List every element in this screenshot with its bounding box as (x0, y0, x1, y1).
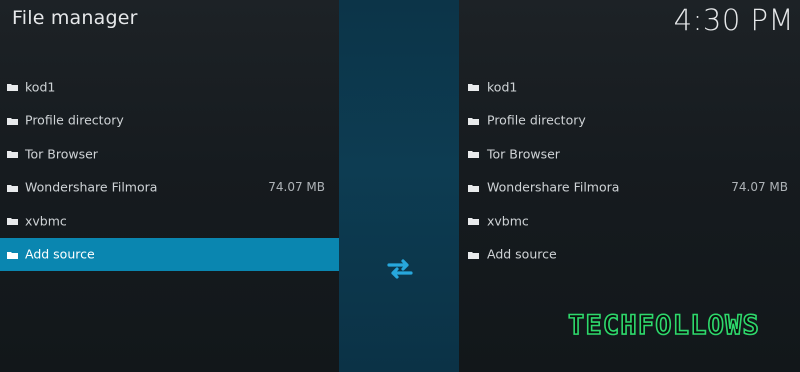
list-item-label: Tor Browser (487, 146, 560, 162)
folder-icon (468, 84, 479, 91)
folder-icon (7, 251, 18, 259)
right-list-item-xvbmc[interactable]: xvbmc (459, 204, 800, 238)
list-item-label: Wondershare Filmora (487, 179, 620, 195)
clock: 4:30 PM (673, 3, 794, 37)
list-item-label: xvbmc (25, 213, 67, 229)
techfollows-watermark-logo: TECHFOLLOWS (567, 309, 760, 340)
left-list-item-profile-directory[interactable]: Profile directory (0, 104, 339, 138)
right-source-list: kod1 Profile directory Tor Browser Wonde… (459, 70, 800, 271)
folder-icon (468, 117, 479, 125)
folder-icon (7, 218, 18, 225)
folder-icon (7, 117, 18, 125)
folder-icon (468, 251, 479, 259)
folder-icon (7, 84, 18, 91)
folder-icon (468, 218, 479, 225)
folder-icon (468, 151, 479, 158)
right-list-item-profile-directory[interactable]: Profile directory (459, 104, 800, 138)
watermark-text: TECHFOLLOWS (568, 310, 760, 340)
right-list-item-kod1[interactable]: kod1 (459, 70, 800, 104)
list-item-label: Profile directory (487, 112, 586, 128)
list-item-label: xvbmc (487, 213, 529, 229)
right-list-item-wondershare-filmora[interactable]: Wondershare Filmora 74.07 MB (459, 171, 800, 205)
swap-arrows-icon[interactable] (385, 257, 415, 281)
page-title: File manager (12, 7, 138, 29)
list-item-label: Add source (25, 246, 95, 262)
folder-icon (468, 184, 479, 192)
list-item-label: Wondershare Filmora (25, 179, 158, 195)
list-item-label: Tor Browser (25, 146, 98, 162)
center-divider-panel (339, 0, 459, 372)
left-source-list: kod1 Profile directory Tor Browser Wonde… (0, 70, 339, 271)
folder-icon (7, 151, 18, 158)
left-list-item-wondershare-filmora[interactable]: Wondershare Filmora 74.07 MB (0, 171, 339, 205)
left-list-item-add-source[interactable]: Add source (0, 237, 339, 271)
list-item-label: Profile directory (25, 112, 124, 128)
left-list-item-xvbmc[interactable]: xvbmc (0, 204, 339, 238)
list-item-label: Add source (487, 246, 557, 262)
list-item-size: 74.07 MB (731, 180, 788, 195)
list-item-label: kod1 (487, 79, 518, 95)
list-item-label: kod1 (25, 79, 56, 95)
file-manager-screen: File manager 4:30 PM kod1 Profile direct… (0, 0, 800, 372)
right-list-item-tor-browser[interactable]: Tor Browser (459, 137, 800, 171)
left-list-item-tor-browser[interactable]: Tor Browser (0, 137, 339, 171)
right-list-item-add-source[interactable]: Add source (459, 238, 800, 272)
left-list-item-kod1[interactable]: kod1 (0, 70, 339, 104)
list-item-size: 74.07 MB (268, 180, 325, 195)
folder-icon (7, 184, 18, 192)
